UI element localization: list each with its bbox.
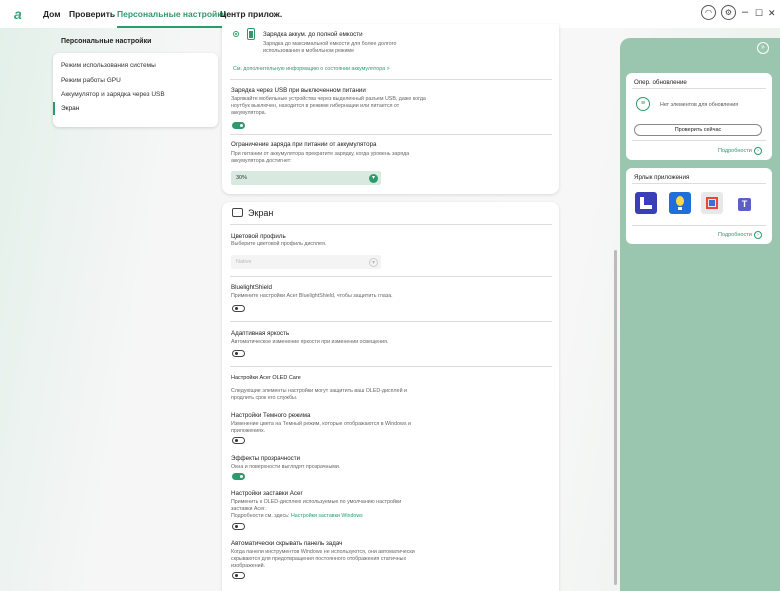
right-panel: » Опер. обновление ≡ Нет элементов для о… [620, 38, 780, 591]
collapse-panel-icon[interactable]: » [757, 42, 769, 54]
divider [632, 183, 766, 184]
apps-details-link[interactable]: Подробности [718, 232, 752, 238]
usb-charge-title: Зарядка через USB при выключенном питани… [231, 87, 366, 94]
hide-taskbar-toggle[interactable] [232, 572, 245, 579]
app-shortcut-teams[interactable]: T [735, 192, 757, 214]
transparency-title: Эффекты прозрачности [231, 455, 301, 462]
adaptive-brightness-desc: Автоматическое изменение яркости при изм… [231, 339, 389, 345]
bluelight-desc: Примените настройки Acer BluelightShield… [231, 293, 393, 299]
gear-icon[interactable]: ⚙ [721, 5, 736, 20]
scrollbar[interactable] [614, 250, 617, 585]
sidebar-item-display[interactable]: Экран [61, 105, 79, 112]
app-shortcut-1[interactable] [635, 192, 657, 214]
tab-app-center[interactable]: Центр прилож. [220, 9, 282, 19]
check-now-button[interactable]: Проверить сейчас [634, 124, 762, 136]
windows-screensaver-link[interactable]: Настройки заставки Windows [291, 513, 363, 519]
sidebar-selection-indicator [53, 102, 55, 115]
hide-taskbar-desc: Когда панели инструментов Windows не исп… [231, 549, 415, 569]
maximize-button[interactable]: ☐ [755, 8, 763, 19]
app-shortcuts-card: Ярлык приложения T Подробности › [626, 168, 772, 244]
acer-logo[interactable]: a [14, 6, 22, 22]
transparency-desc: Окна и поверхности выглядят прозрачными. [231, 464, 341, 470]
display-card: Экран Цветовой профиль Выберите цветовой… [222, 202, 559, 591]
battery-icon [247, 28, 255, 40]
chevron-right-icon[interactable]: › [754, 231, 762, 239]
app-shortcut-2[interactable] [669, 192, 691, 214]
adaptive-brightness-toggle[interactable] [232, 350, 245, 357]
charge-limit-value: 30% [236, 175, 248, 181]
battery-info-link[interactable]: См. дополнительную информацию о состояни… [233, 66, 390, 72]
chevron-down-icon: ▾ [369, 257, 378, 267]
divider [230, 134, 552, 135]
sidebar: Режим использования системы Режим работы… [53, 53, 218, 127]
divider [230, 321, 552, 322]
battery-card: Зарядка аккум. до полной емкости Зарядка… [222, 24, 559, 194]
dark-mode-title: Настройки Темного режима [231, 412, 311, 419]
close-button[interactable]: ✕ [768, 8, 776, 19]
divider [230, 224, 552, 225]
divider [632, 88, 766, 89]
update-status: Нет элементов для обновления [660, 102, 739, 108]
full-charge-radio[interactable] [233, 31, 239, 37]
display-section-title: Экран [248, 208, 274, 218]
app-shortcut-3[interactable] [701, 192, 723, 214]
bluelight-title: BluelightShield [231, 284, 272, 291]
screensaver-more-label: Подробности см. здесь: [231, 513, 290, 519]
chevron-down-icon: ▾ [369, 173, 378, 183]
tab-home[interactable]: Дом [43, 9, 61, 19]
minimize-button[interactable]: – [742, 6, 748, 18]
charge-limit-desc: При питании от аккумулятора прекратите з… [231, 151, 410, 164]
divider [230, 366, 552, 367]
divider [632, 225, 766, 226]
screensaver-more: Подробности см. здесь: Настройки заставк… [231, 513, 481, 520]
bluelight-toggle[interactable] [232, 305, 245, 312]
full-charge-title: Зарядка аккум. до полной емкости [263, 31, 363, 38]
color-profile-select[interactable]: Native ▾ [231, 255, 381, 269]
divider [632, 140, 766, 141]
adaptive-brightness-title: Адаптивная яркость [231, 330, 290, 337]
chevron-right-icon[interactable]: › [754, 147, 762, 155]
update-card: Опер. обновление ≡ Нет элементов для обн… [626, 73, 772, 160]
tab-personal-settings[interactable]: Персональные настройки [117, 9, 227, 28]
oled-care-title: Настройки Acer OLED Care [231, 375, 301, 381]
sidebar-item-battery-usb[interactable]: Аккумулятор и зарядка через USB [61, 91, 165, 98]
charge-limit-select[interactable]: 30% ▾ [231, 171, 381, 185]
usb-charge-desc: Заряжайте мобильные устройства через выд… [231, 96, 426, 116]
dark-mode-desc: Изменение цвета на Темный режим, которые… [231, 421, 411, 434]
app-shortcuts-title: Ярлык приложения [634, 174, 690, 181]
screensaver-desc: Применить к OLED-дисплею используемые по… [231, 499, 402, 512]
sidebar-item-system-mode[interactable]: Режим использования системы [61, 62, 156, 69]
monitor-icon [232, 208, 243, 217]
color-profile-value: Native [236, 259, 252, 265]
hide-taskbar-title: Автоматически скрывать панель задач [231, 540, 343, 547]
divider [230, 79, 552, 80]
divider [230, 276, 552, 277]
transparency-toggle[interactable] [232, 473, 245, 480]
color-profile-title: Цветовой профиль [231, 233, 286, 240]
charge-limit-title: Ограничение заряда при питании от аккуму… [231, 141, 377, 148]
oled-care-desc: Следующие элементы настройки могут защит… [231, 388, 407, 401]
usb-charge-toggle[interactable] [232, 122, 245, 129]
tab-check[interactable]: Проверить [69, 9, 115, 19]
update-card-title: Опер. обновление [634, 79, 687, 86]
update-sync-icon: ≡ [636, 97, 650, 111]
headset-icon[interactable]: ◠ [701, 5, 716, 20]
screensaver-title: Настройки заставки Acer [231, 490, 303, 497]
color-profile-desc: Выберите цветовой профиль дисплея. [231, 241, 327, 247]
update-details-link[interactable]: Подробности [718, 148, 752, 154]
dark-mode-toggle[interactable] [232, 437, 245, 444]
sidebar-item-gpu-mode[interactable]: Режим работы GPU [61, 77, 121, 84]
full-charge-desc: Зарядка до максимальной емкости для боле… [263, 41, 397, 54]
screensaver-toggle[interactable] [232, 523, 245, 530]
sidebar-title: Персональные настройки [61, 38, 152, 45]
